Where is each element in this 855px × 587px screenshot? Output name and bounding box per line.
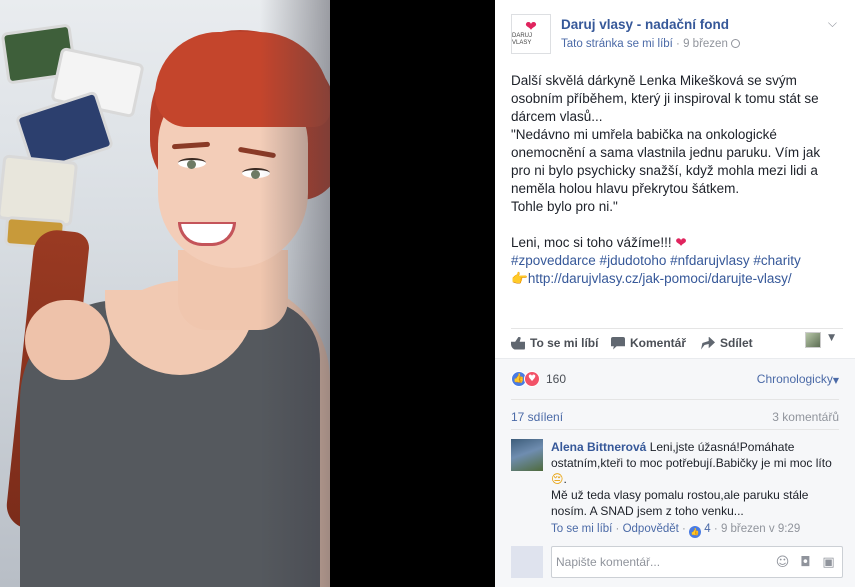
post-actions: To se mi líbí Komentář Sdílet ▼ [511,328,843,356]
caret-down-icon[interactable]: ▼ [828,333,835,343]
thumbs-up-icon [511,336,525,350]
sad-face-icon: 😔 [551,472,564,486]
photo-shadow [260,0,330,587]
comment-meta: To se mi líbí · Odpovědět · 👍 4 · 9 břez… [551,523,801,538]
share-button[interactable]: Sdílet [701,336,753,350]
comment-text-2: Mě už teda vlasy pomalu rostou,ale paruk… [551,488,809,518]
reaction-count: 160 [546,372,567,386]
post-as-avatar[interactable] [805,332,821,348]
sort-label: Chronologicky [756,372,833,386]
post-photo[interactable] [0,0,330,587]
composer-icons: ☺ ◘ ▣ [775,555,836,570]
comment-input[interactable] [552,547,752,577]
theater-background [330,0,495,587]
post-thanks: Leni, moc si toho vážíme!!! ❤ [511,234,843,252]
viewer-avatar [511,546,543,578]
photo-hand [25,300,110,380]
logo-text: DARUJ VLASY [512,33,533,46]
shares-count-link[interactable]: 17 sdílení [511,410,563,424]
comment-body: Alena Bittnerová Leni,jste úžasná!Pomáha… [551,439,843,538]
heart-icon: ❤ [525,19,537,35]
reactions-summary[interactable]: 👍 ♥ 160 [511,371,566,387]
comment-icon [611,336,625,350]
divider [511,429,839,430]
like-button[interactable]: To se mi líbí [511,336,598,350]
share-icon [701,336,715,350]
chevron-down-icon[interactable]: ⌵ [828,16,837,31]
meta-separator: · [672,38,684,50]
comment-like-link[interactable]: To se mi líbí [551,523,612,535]
camera-icon[interactable]: ◘ [798,555,813,570]
love-reaction-icon: ♥ [524,371,540,387]
pointing-hand-icon: 👉 [511,271,528,287]
post-meta: Tato stránka se mi líbí · 9 březen [561,38,740,50]
comment-author[interactable]: Alena Bittnerová [551,440,646,454]
shares-row: 17 sdílení 3 komentářů [511,399,839,429]
share-label: Sdílet [720,336,753,350]
heart-icon: ❤ [675,235,687,251]
like-badge-icon: 👍 [689,526,702,538]
feedback-section: 👍 ♥ 160 Chronologicky▼ 17 sdílení 3 kome… [495,358,855,587]
caret-down-icon: ▼ [832,376,839,385]
globe-icon [730,39,740,48]
emoji-icon[interactable]: ☺ [775,555,790,570]
page-avatar[interactable]: ❤ DARUJ VLASY [511,14,551,54]
post-link-row: 👉http://darujvlasy.cz/jak-pomoci/darujte… [511,270,843,288]
sticker-icon[interactable]: ▣ [821,555,836,570]
post-header: ❤ DARUJ VLASY Daruj vlasy - nadační fond… [511,14,845,54]
photo-eye [178,158,206,169]
post-paragraph: Tohle bylo pro ni." [511,199,618,214]
page-like-status[interactable]: Tato stránka se mi líbí [561,38,673,50]
comment-label: Komentář [630,336,687,350]
comment-text-1-end: . [563,472,567,486]
post-hashtags[interactable]: #zpoveddarce #jdudotoho #nfdarujvlasy #c… [511,252,843,270]
post-paragraph: Další skvělá dárkyně Lenka Mikešková se … [511,73,819,124]
comment-composer: ☺ ◘ ▣ [511,546,843,580]
post-link[interactable]: http://darujvlasy.cz/jak-pomoci/darujte-… [528,271,792,286]
post-paragraph: "Nedávno mi umřela babička na onkologick… [511,127,821,196]
like-label: To se mi líbí [530,336,599,350]
comment-like-count[interactable]: 4 [704,523,710,535]
post-date[interactable]: 9 březen [683,38,728,50]
comment-button[interactable]: Komentář [611,336,686,350]
post-side-panel: ❤ DARUJ VLASY Daruj vlasy - nadační fond… [495,0,855,587]
comment-text: Alena Bittnerová Leni,jste úžasná!Pomáha… [551,439,843,487]
thanks-text: Leni, moc si toho vážíme!!! [511,235,672,250]
comment-reply-link[interactable]: Odpovědět [623,523,679,535]
commenter-avatar[interactable] [511,439,543,471]
page-name-link[interactable]: Daruj vlasy - nadační fond [561,17,729,32]
comments-count: 3 komentářů [772,410,839,424]
post-message: Další skvělá dárkyně Lenka Mikešková se … [511,72,843,288]
comment-timestamp[interactable]: 9 březen v 9:29 [721,523,800,535]
comment-input-box[interactable]: ☺ ◘ ▣ [551,546,843,578]
comment-sort-dropdown[interactable]: Chronologicky▼ [757,372,839,386]
